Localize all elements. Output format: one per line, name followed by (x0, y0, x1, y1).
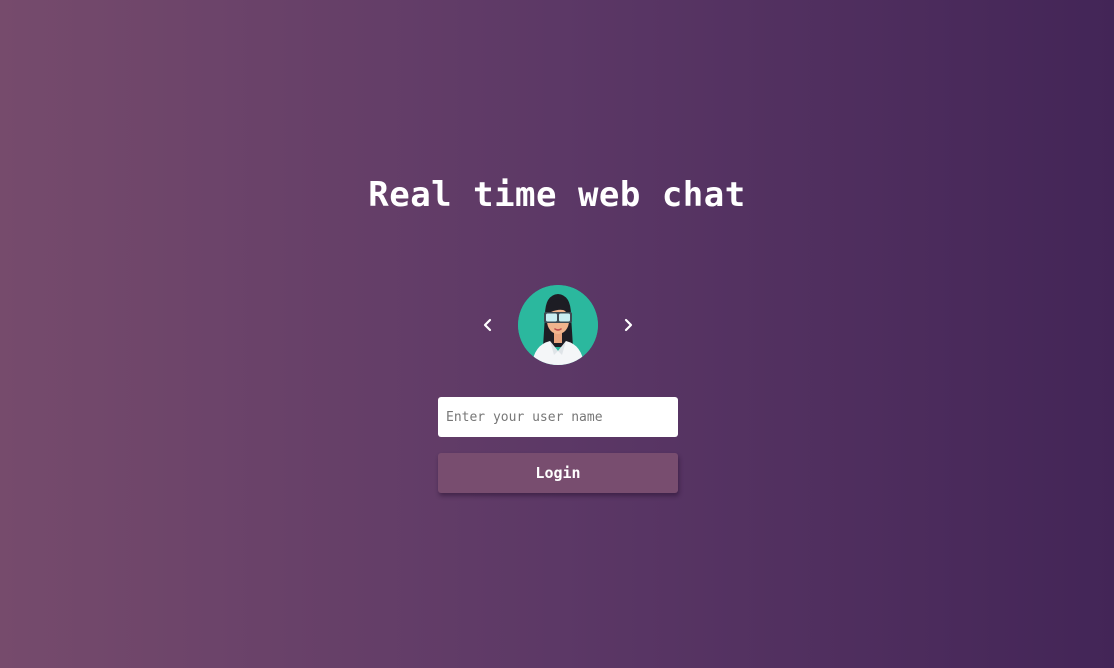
avatar (518, 285, 598, 365)
chevron-right-icon (624, 318, 633, 332)
previous-avatar-button[interactable] (478, 315, 498, 335)
chevron-left-icon (483, 318, 492, 332)
avatar-woman-vr-goggles-icon (518, 285, 598, 365)
page-title: Real time web chat (368, 175, 746, 215)
avatar-selector (0, 285, 1114, 365)
username-input[interactable] (438, 397, 678, 437)
next-avatar-button[interactable] (618, 315, 638, 335)
login-button[interactable]: Login (438, 453, 678, 493)
